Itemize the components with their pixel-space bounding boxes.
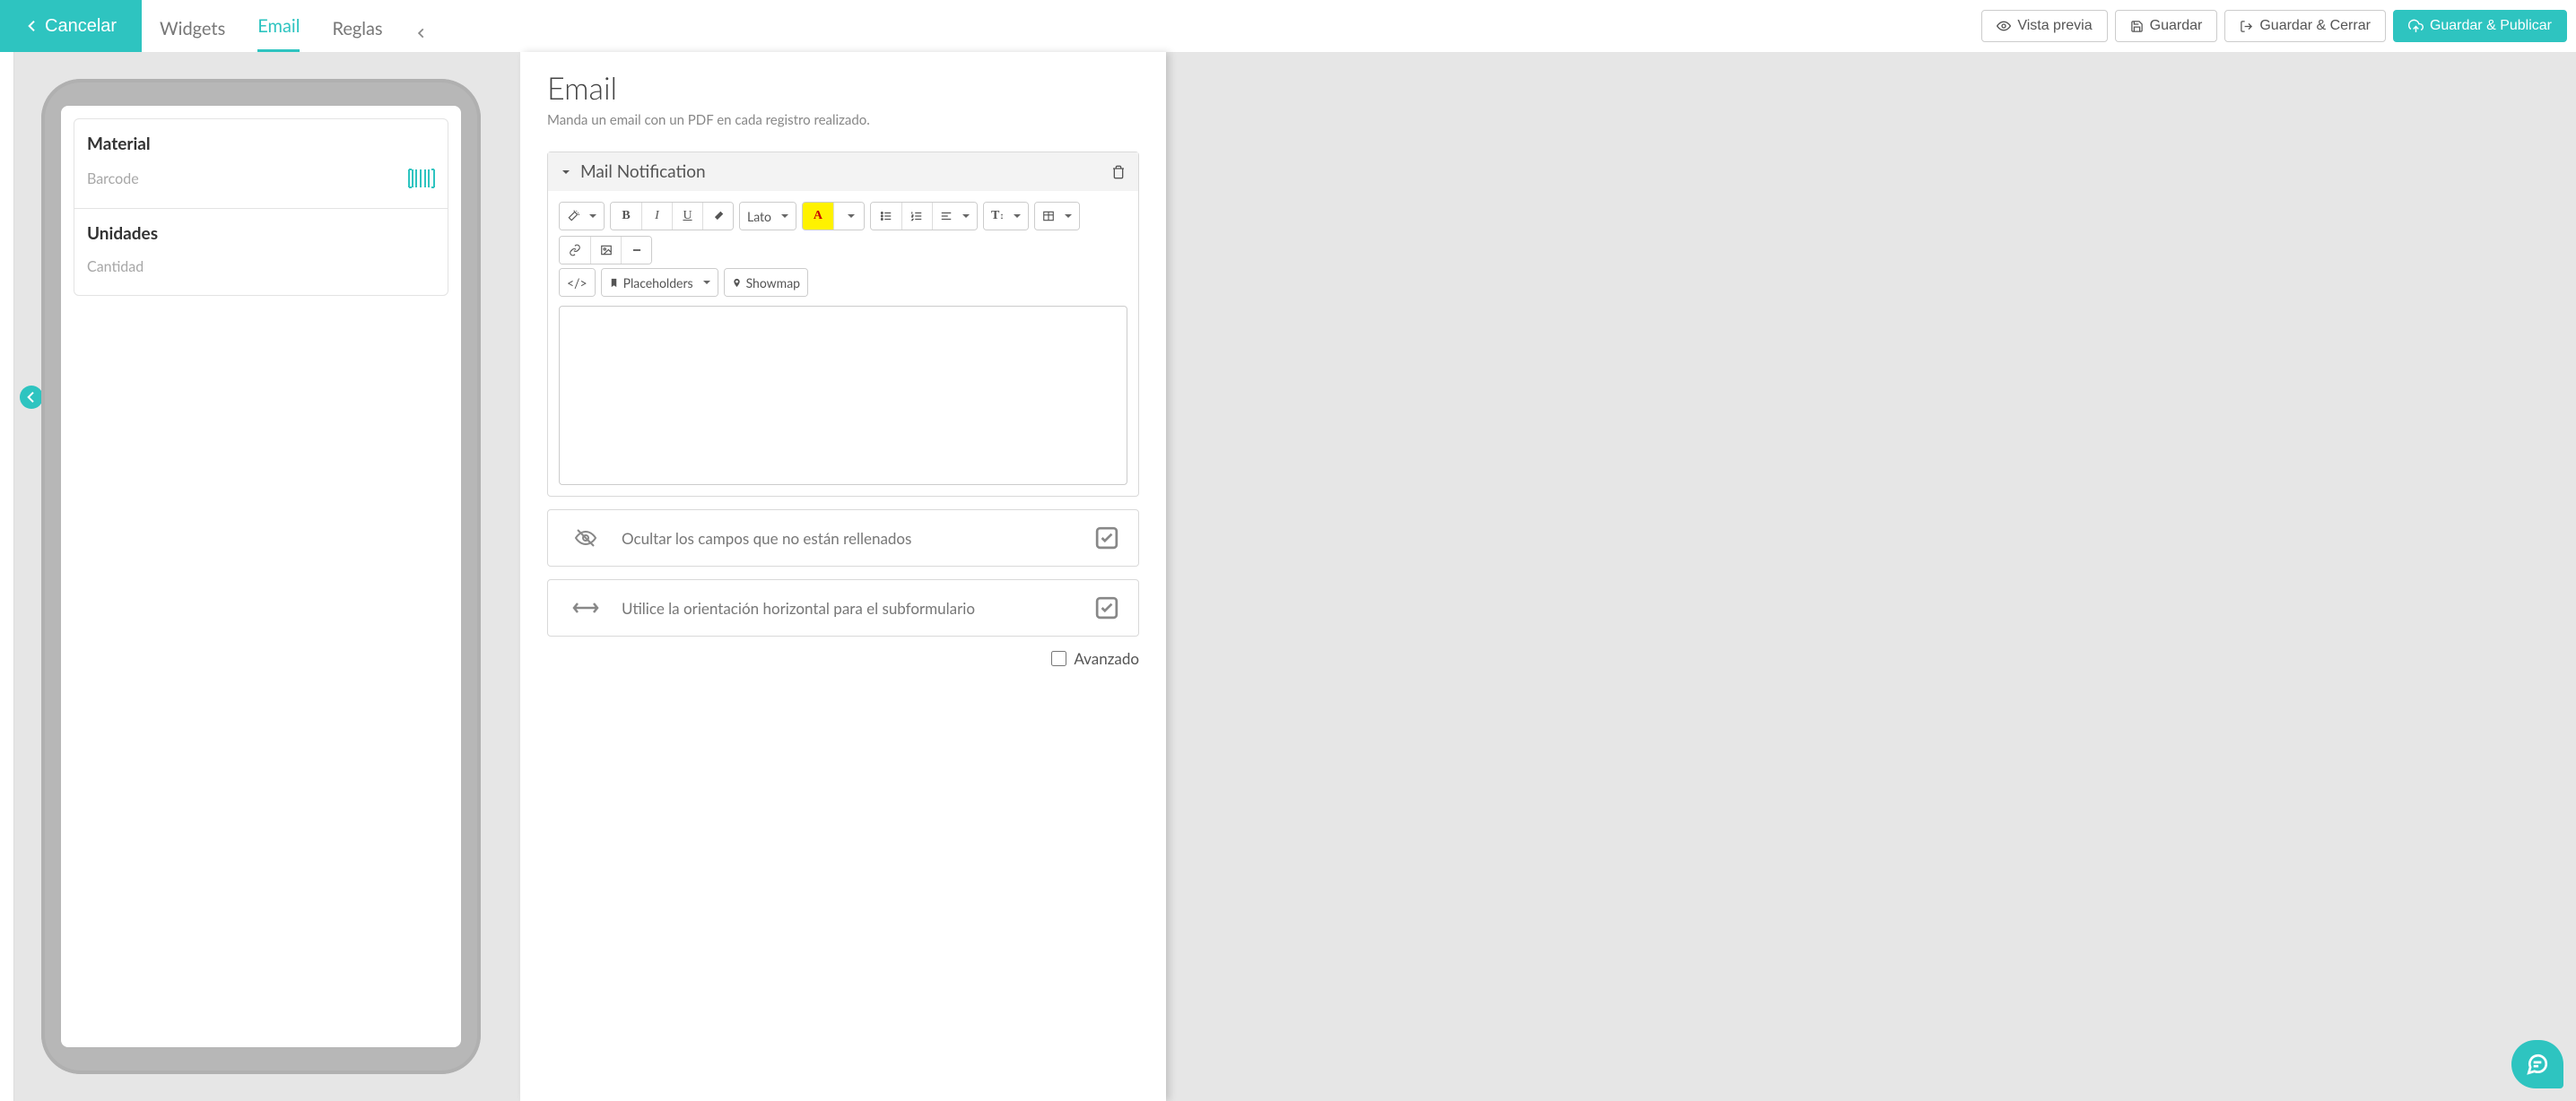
preview-button[interactable]: Vista previa — [1981, 10, 2107, 42]
underline-button[interactable]: U — [672, 203, 702, 230]
field-label: Barcode — [87, 170, 139, 187]
advanced-label: Avanzado — [1074, 649, 1139, 668]
horizontal-option[interactable]: Utilice la orientación horizontal para e… — [547, 579, 1139, 637]
hide-empty-label: Ocultar los campos que no están rellenad… — [622, 529, 1095, 548]
arrow-left-icon — [25, 19, 39, 33]
advanced-toggle[interactable]: Avanzado — [547, 649, 1139, 668]
advanced-checkbox[interactable] — [1051, 651, 1066, 666]
trash-icon — [1111, 165, 1126, 179]
align-icon — [940, 210, 953, 222]
link-button[interactable] — [560, 237, 590, 264]
horizontal-label: Utilice la orientación horizontal para e… — [622, 599, 1095, 618]
list-ol-icon — [910, 210, 923, 222]
cloud-upload-icon — [2408, 19, 2424, 34]
arrows-horizontal-icon — [568, 599, 604, 617]
map-pin-icon — [732, 278, 742, 288]
italic-button[interactable]: I — [641, 203, 672, 230]
panel-title: Mail Notification — [580, 161, 706, 182]
bullet-list-button[interactable] — [871, 203, 901, 230]
image-icon — [600, 244, 613, 256]
minus-icon — [631, 244, 643, 256]
image-button[interactable] — [590, 237, 621, 264]
font-color-button[interactable]: A — [803, 203, 833, 230]
hr-button[interactable] — [621, 237, 651, 264]
chat-icon — [2526, 1053, 2549, 1076]
field-label: Cantidad — [87, 258, 144, 275]
save-close-label: Guardar & Cerrar — [2259, 18, 2371, 34]
delete-panel-button[interactable] — [1111, 165, 1126, 179]
save-label: Guardar — [2150, 18, 2203, 34]
link-icon — [569, 244, 581, 256]
font-color-dropdown[interactable] — [833, 203, 864, 230]
table-button[interactable] — [1035, 203, 1079, 230]
form-preview-card: Material Barcode Unidades Cantidad — [74, 118, 448, 296]
mail-notification-panel: Mail Notification B I U Lato — [547, 152, 1139, 497]
align-button[interactable] — [932, 203, 977, 230]
showmap-button[interactable]: Showmap — [725, 269, 807, 296]
table-icon — [1042, 210, 1055, 222]
save-publish-button[interactable]: Guardar & Publicar — [2393, 10, 2567, 42]
eraser-icon — [712, 210, 725, 222]
cancel-label: Cancelar — [45, 16, 117, 37]
preview-label: Vista previa — [2017, 18, 2092, 34]
save-close-button[interactable]: Guardar & Cerrar — [2224, 10, 2386, 42]
bold-button[interactable]: B — [611, 203, 641, 230]
save-button[interactable]: Guardar — [2115, 10, 2218, 42]
section-title: Unidades — [87, 223, 435, 244]
editor-content-area[interactable] — [559, 306, 1127, 485]
code-view-button[interactable]: </> — [560, 269, 595, 296]
save-publish-label: Guardar & Publicar — [2430, 18, 2552, 34]
tab-rules[interactable]: Reglas — [332, 5, 382, 52]
magic-button[interactable] — [560, 203, 604, 230]
side-rail — [0, 52, 14, 1101]
eraser-button[interactable] — [702, 203, 733, 230]
page-title: Email — [547, 70, 1139, 107]
barcode-icon[interactable] — [408, 169, 435, 188]
hide-empty-option[interactable]: Ocultar los campos que no están rellenad… — [547, 509, 1139, 567]
tab-widgets[interactable]: Widgets — [160, 5, 225, 52]
cancel-button[interactable]: Cancelar — [0, 0, 142, 52]
chat-fab[interactable] — [2511, 1040, 2563, 1088]
phone-frame: Material Barcode Unidades Cantidad — [41, 79, 481, 1074]
list-ul-icon — [880, 210, 892, 222]
number-list-button[interactable] — [901, 203, 932, 230]
heading-button[interactable]: T↕ — [984, 203, 1028, 230]
checkbox-checked-icon — [1095, 596, 1118, 620]
editor-toolbar: B I U Lato A T↕ — [559, 202, 1127, 264]
placeholders-button[interactable]: Placeholders — [602, 269, 718, 296]
eye-icon — [1997, 19, 2011, 33]
magic-wand-icon — [567, 210, 579, 222]
checkbox-checked-icon — [1095, 526, 1118, 550]
eye-slash-icon — [568, 527, 604, 549]
bookmark-icon — [609, 278, 619, 288]
tabs-collapse-toggle[interactable] — [415, 14, 428, 52]
floppy-icon — [2130, 20, 2144, 33]
page-subtitle: Manda un email con un PDF en cada regist… — [547, 112, 1139, 128]
font-family-select[interactable]: Lato — [740, 203, 796, 230]
section-title: Material — [87, 134, 435, 154]
caret-down-icon — [561, 167, 571, 178]
chevron-left-icon — [415, 27, 428, 39]
panel-toggle[interactable] — [561, 167, 571, 178]
sign-out-icon — [2240, 20, 2253, 33]
tab-email[interactable]: Email — [257, 3, 300, 52]
